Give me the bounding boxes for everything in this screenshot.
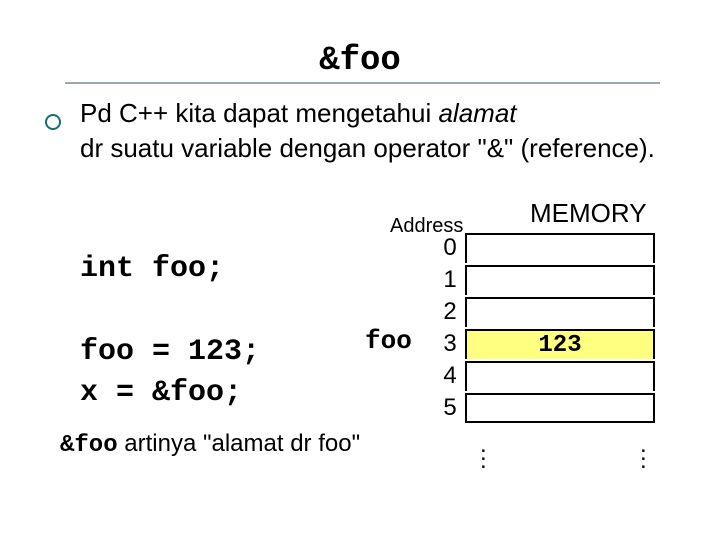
memory-index: 2 <box>435 298 465 326</box>
bullet-icon <box>45 114 61 130</box>
memory-row: 2 <box>435 296 655 328</box>
title-underline <box>65 82 660 84</box>
memory-row: 3123 <box>435 328 655 360</box>
memory-row: 0 <box>435 232 655 264</box>
code-declaration: int foo; <box>80 252 224 286</box>
body-line1: Pd C++ kita dapat mengetahui <box>80 98 438 128</box>
memory-cell: 123 <box>465 329 655 359</box>
memory-cell <box>465 297 655 327</box>
body-italic-alamat: alamat <box>438 98 516 128</box>
footnote-text: artinya "alamat dr foo" <box>118 430 360 457</box>
slide: &foo Pd C++ kita dapat mengetahui alamat… <box>0 0 720 540</box>
memory-index: 0 <box>435 234 465 262</box>
memory-cell <box>465 265 655 295</box>
memory-cell <box>465 361 655 391</box>
memory-heading: MEMORY <box>530 198 647 229</box>
memory-index: 5 <box>435 394 465 422</box>
memory-row: 4 <box>435 360 655 392</box>
memory-cell <box>465 393 655 423</box>
memory-index: 1 <box>435 266 465 294</box>
memory-row: 1 <box>435 264 655 296</box>
code-assignment: foo = 123; x = &foo; <box>80 332 260 413</box>
vertical-dots-right: ... <box>640 440 647 464</box>
memory-row: 5 <box>435 392 655 424</box>
footnote-code: &foo <box>60 432 118 459</box>
memory-index: 3 <box>435 330 465 358</box>
memory-cell <box>465 233 655 263</box>
slide-title: &foo <box>0 42 720 80</box>
memory-table: 012312345 <box>435 232 655 424</box>
foo-pointer-label: foo <box>365 326 412 356</box>
body-line2: dr suatu variable dengan operator "&" (r… <box>80 133 655 163</box>
memory-index: 4 <box>435 362 465 390</box>
footnote: &foo artinya "alamat dr foo" <box>60 430 360 459</box>
body-paragraph: Pd C++ kita dapat mengetahui alamat dr s… <box>80 96 670 166</box>
vertical-dots-left: ... <box>480 440 487 464</box>
